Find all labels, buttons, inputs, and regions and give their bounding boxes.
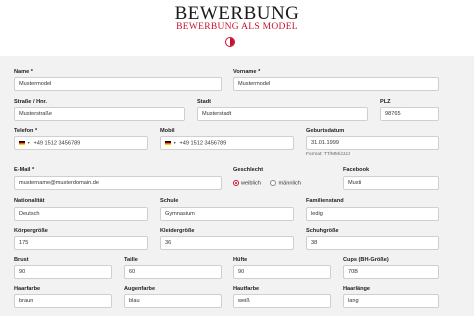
huefte-label: Hüfte <box>233 257 248 263</box>
radio-checked-icon[interactable] <box>233 180 239 186</box>
german-flag-icon[interactable] <box>19 141 25 145</box>
stadt-label: Stadt <box>197 99 211 105</box>
augenfarbe-label: Augenfarbe <box>124 286 156 292</box>
chevron-down-icon: ▼ <box>27 141 31 145</box>
haarfarbe-input[interactable]: braun <box>14 294 112 308</box>
nationalitaet-input[interactable]: Deutsch <box>14 207 148 221</box>
telefon-value: +49 1512 3456789 <box>33 140 81 147</box>
geschlecht-radio-group: weiblich männlich <box>233 180 309 187</box>
half-circle-logo-icon <box>225 37 235 47</box>
taille-input[interactable]: 60 <box>124 265 222 279</box>
kleidergroesse-input[interactable]: 36 <box>160 236 294 250</box>
koerpergroesse-input[interactable]: 175 <box>14 236 148 250</box>
taille-label: Taille <box>124 257 138 263</box>
mobil-input[interactable]: ▼ +49 1512 3456789 <box>160 136 294 150</box>
haarfarbe-label: Haarfarbe <box>14 286 41 292</box>
plz-input[interactable]: 98765 <box>380 107 439 121</box>
radio-weiblich[interactable]: weiblich <box>233 180 261 186</box>
hautfarbe-label: Hautfarbe <box>233 286 260 292</box>
schule-input[interactable]: Gymnasium <box>160 207 294 221</box>
chevron-down-icon: ▼ <box>173 141 177 145</box>
kleidergroesse-label: Kleidergröße <box>160 228 195 234</box>
huefte-input[interactable]: 90 <box>233 265 331 279</box>
brust-label: Brust <box>14 257 29 263</box>
schule-label: Schule <box>160 198 179 204</box>
stadt-input[interactable]: Musterstadt <box>197 107 368 121</box>
german-flag-icon[interactable] <box>165 141 171 145</box>
augenfarbe-input[interactable]: blau <box>124 294 222 308</box>
page-header: BEWERBUNG BEWERBUNG ALS MODEL <box>0 0 474 56</box>
telefon-label: Telefon * <box>14 128 38 134</box>
schuhgroesse-input[interactable]: 38 <box>306 236 439 250</box>
vorname-label: Vorname * <box>233 69 261 75</box>
brust-input[interactable]: 90 <box>14 265 112 279</box>
cups-input[interactable]: 70B <box>343 265 439 279</box>
mobil-value: +49 1512 3456789 <box>179 140 227 147</box>
haarlaenge-input[interactable]: lang <box>343 294 439 308</box>
name-input[interactable]: Mustermodel <box>14 77 222 91</box>
vorname-input[interactable]: Mustermodel <box>233 77 439 91</box>
familienstand-input[interactable]: ledig <box>306 207 439 221</box>
hautfarbe-input[interactable]: weiß <box>233 294 331 308</box>
mobil-label: Mobil <box>160 128 175 134</box>
page-subtitle: BEWERBUNG ALS MODEL <box>176 22 298 32</box>
telefon-input[interactable]: ▼ +49 1512 3456789 <box>14 136 148 150</box>
geburtsdatum-hint: Format: TT/MM/JJJJ <box>306 152 350 157</box>
cups-label: Cups (BH-Größe) <box>343 257 389 263</box>
radio-weiblich-label: weiblich <box>241 180 261 187</box>
geburtsdatum-input[interactable]: 31.01.1999 <box>306 136 439 150</box>
radio-maennlich-label: männlich <box>278 180 301 187</box>
radio-maennlich[interactable]: männlich <box>270 180 301 187</box>
application-form: Name * Mustermodel Vorname * Mustermodel… <box>0 56 474 316</box>
strasse-label: Straße / Hnr. <box>14 99 47 105</box>
facebook-label: Facebook <box>343 167 370 173</box>
geschlecht-label: Geschlecht <box>233 167 264 173</box>
facebook-input[interactable]: Musti <box>343 176 439 190</box>
plz-label: PLZ <box>380 99 391 105</box>
radio-unchecked-icon[interactable] <box>270 180 277 186</box>
familienstand-label: Familienstand <box>306 198 344 204</box>
schuhgroesse-label: Schuhgröße <box>306 228 339 234</box>
nationalitaet-label: Nationalität <box>14 198 45 204</box>
haarlaenge-label: Haarlänge <box>343 286 371 292</box>
email-input[interactable]: mustername@musterdomain.de <box>14 176 222 190</box>
name-label: Name * <box>14 69 33 75</box>
koerpergroesse-label: Körpergröße <box>14 228 48 234</box>
strasse-input[interactable]: Musterstraße <box>14 107 185 121</box>
geburtsdatum-label: Geburtsdatum <box>306 128 345 134</box>
email-label: E-Mail * <box>14 167 35 173</box>
